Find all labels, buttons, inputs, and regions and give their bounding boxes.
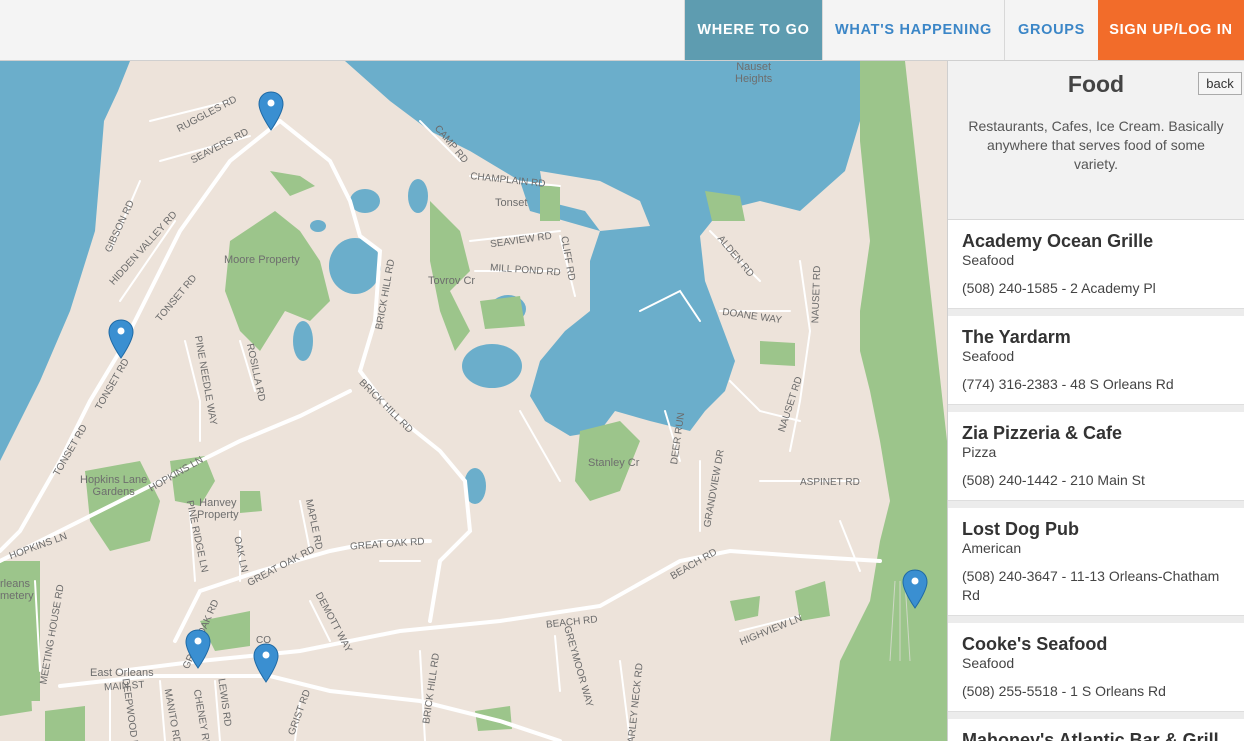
place-tovrov-cr: Tovrov Cr: [428, 275, 476, 287]
list-item[interactable]: Zia Pizzeria & Cafe Pizza (508) 240-1442…: [948, 412, 1244, 501]
listing-type: Seafood: [962, 252, 1015, 268]
side-panel: Food back Restaurants, Cafes, Ice Cream.…: [947, 61, 1244, 741]
list-item[interactable]: Academy Ocean Grille Seafood (508) 240-1…: [948, 220, 1244, 309]
listing-list: Academy Ocean Grille Seafood (508) 240-1…: [948, 220, 1244, 741]
listing-type: American: [962, 540, 1022, 556]
main-nav: WHERE TO GO WHAT'S HAPPENING GROUPS SIGN…: [684, 0, 1244, 60]
listing-name[interactable]: Cooke's Seafood: [962, 633, 1231, 655]
map-pin-icon[interactable]: [108, 319, 134, 359]
listing-name[interactable]: The Yardarm: [962, 326, 1231, 348]
listing-name[interactable]: Mahoney's Atlantic Bar & Grill: [962, 729, 1231, 741]
listing-contact: (508) 255-5518 - 1 S Orleans Rd: [962, 683, 1166, 699]
listing-type: Pizza: [962, 444, 997, 460]
place-moore-property: Moore Property: [224, 254, 300, 266]
map-pin-icon[interactable]: [902, 569, 928, 609]
map-canvas: [0, 61, 947, 741]
nav-whats-happening[interactable]: WHAT'S HAPPENING: [822, 0, 1004, 60]
panel-description: Restaurants, Cafes, Ice Cream. Basically…: [968, 118, 1224, 172]
place-east-orleans: East Orleans: [90, 667, 154, 679]
back-button[interactable]: back: [1198, 72, 1242, 95]
place-nauset-heights: Nauset Heights: [735, 61, 773, 85]
road-label: ASPINET RD: [800, 477, 860, 488]
list-item[interactable]: Lost Dog Pub American (508) 240-3647 - 1…: [948, 508, 1244, 616]
listing-contact: (508) 240-1585 - 2 Academy Pl: [962, 280, 1156, 296]
map-pin-icon[interactable]: [185, 629, 211, 669]
map-pin-icon[interactable]: [253, 643, 279, 683]
place-stanley-cr: Stanley Cr: [588, 457, 640, 469]
panel-header: Food back Restaurants, Cafes, Ice Cream.…: [948, 61, 1244, 220]
road-label: NAUSET RD: [810, 265, 824, 324]
nav-signup-login[interactable]: SIGN UP/LOG IN: [1098, 0, 1244, 60]
listing-contact: (508) 240-3647 - 11-13 Orleans-Chatham R…: [962, 568, 1220, 603]
place-orleans-cemetery: rleans metery: [0, 578, 34, 602]
listing-contact: (774) 316-2383 - 48 S Orleans Rd: [962, 376, 1174, 392]
listing-name[interactable]: Zia Pizzeria & Cafe: [962, 422, 1231, 444]
list-item[interactable]: The Yardarm Seafood (774) 316-2383 - 48 …: [948, 316, 1244, 405]
top-bar: WHERE TO GO WHAT'S HAPPENING GROUPS SIGN…: [0, 0, 1244, 61]
listing-type: Seafood: [962, 655, 1015, 671]
nav-where-to-go[interactable]: WHERE TO GO: [684, 0, 822, 60]
listing-name[interactable]: Lost Dog Pub: [962, 518, 1231, 540]
listing-type: Seafood: [962, 348, 1015, 364]
list-item[interactable]: Cooke's Seafood Seafood (508) 255-5518 -…: [948, 623, 1244, 712]
place-hanvey-property: Hanvey Property: [197, 497, 239, 521]
map-pin-icon[interactable]: [258, 91, 284, 131]
place-tonset: Tonset: [495, 197, 528, 209]
list-item[interactable]: Mahoney's Atlantic Bar & Grill: [948, 719, 1244, 741]
listing-name[interactable]: Academy Ocean Grille: [962, 230, 1231, 252]
map[interactable]: Nauset Heights Tonset Moore Property Tov…: [0, 61, 947, 741]
listing-contact: (508) 240-1442 - 210 Main St: [962, 472, 1145, 488]
nav-groups[interactable]: GROUPS: [1004, 0, 1098, 60]
place-hopkins-lane-gardens: Hopkins Lane Gardens: [80, 474, 148, 498]
